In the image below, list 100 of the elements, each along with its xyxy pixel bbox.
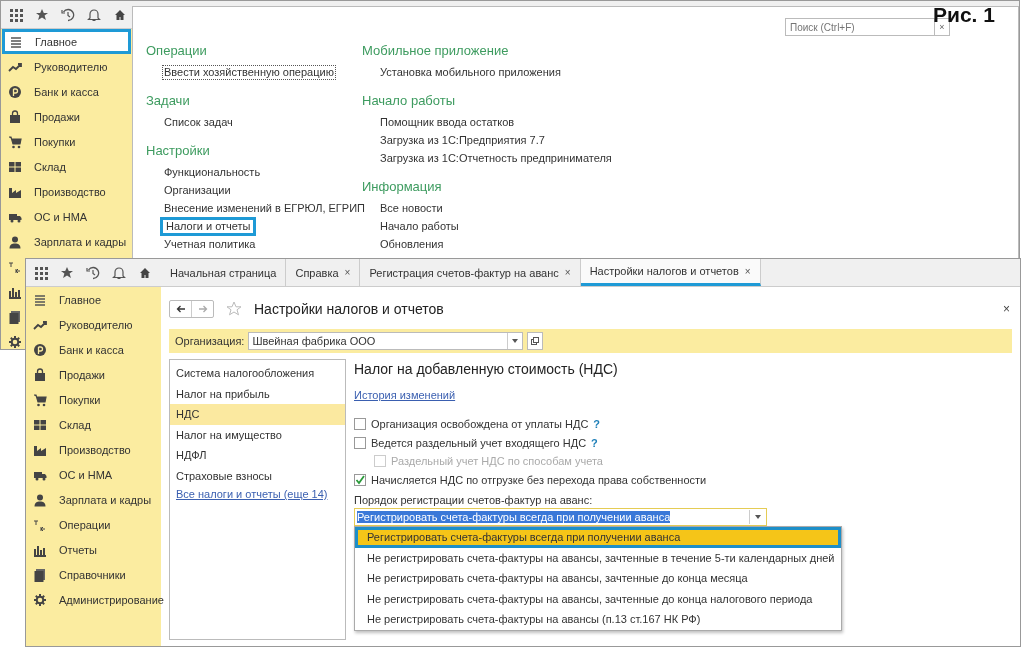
arrow-icon xyxy=(197,305,208,313)
close-icon[interactable]: × xyxy=(564,267,571,278)
grid-icon xyxy=(8,159,22,174)
sidebar-item[interactable]: Главное xyxy=(35,35,78,48)
sidebar-item[interactable]: Склад xyxy=(59,418,91,431)
history-icon[interactable] xyxy=(61,7,75,22)
menu-link[interactable]: Налоги и отчеты xyxy=(160,217,257,236)
section-heading: Операции xyxy=(146,43,208,58)
sidebar-item[interactable]: Продажи xyxy=(34,110,80,123)
sidebar-item[interactable]: Главное xyxy=(59,293,102,306)
sidebar-item[interactable]: Продажи xyxy=(59,368,105,381)
arrow-icon xyxy=(175,305,186,313)
star-icon[interactable] xyxy=(226,301,242,317)
sidebar-item[interactable]: Администрирование xyxy=(59,593,164,606)
tab[interactable]: Справка × xyxy=(286,259,361,286)
bell-icon[interactable] xyxy=(87,7,101,22)
checkbox[interactable] xyxy=(354,436,366,449)
history-icon[interactable] xyxy=(86,265,100,280)
all-taxes-link[interactable]: Все налоги и отчеты (еще 14) xyxy=(170,486,334,502)
list-item[interactable]: Страховые взносы xyxy=(170,465,345,486)
checkbox-label: Организация освобождена от уплаты НДС xyxy=(371,418,589,431)
sidebar-item[interactable]: Покупки xyxy=(59,393,101,406)
tab[interactable]: Регистрация счетов-фактур на аванс × xyxy=(360,259,581,286)
home-icon[interactable] xyxy=(114,9,126,21)
menu-link[interactable]: Ввести хозяйственную операцию xyxy=(162,65,336,80)
list-item[interactable]: Система налогообложения xyxy=(170,363,345,384)
checkbox-label: Раздельный учет НДС по способам учета xyxy=(391,455,603,468)
menu-link[interactable]: Помощник ввода остатков xyxy=(378,115,517,130)
gear-icon xyxy=(33,592,47,607)
coin-icon xyxy=(8,84,22,99)
menu-link[interactable]: Загрузка из 1С:Отчетность предпринимателя xyxy=(378,151,614,166)
dropdown-option[interactable]: Не регистрировать счета-фактуры на авансы, зачтенные до конца месяца xyxy=(355,568,841,589)
sidebar-item[interactable]: ОС и НМА xyxy=(34,210,88,223)
ledger-icon xyxy=(8,259,22,274)
history-link[interactable]: История изменений xyxy=(354,389,456,401)
close-icon[interactable]: × xyxy=(744,265,751,277)
sidebar-item[interactable]: Производство xyxy=(59,443,131,456)
checkbox[interactable] xyxy=(354,418,366,431)
menu-link[interactable]: Обновления xyxy=(378,237,446,252)
close-icon[interactable]: × xyxy=(344,267,351,278)
menu-link[interactable]: Внесение изменений в ЕГРЮЛ, ЕГРИП xyxy=(162,201,367,216)
menu-link[interactable]: Учетная политика xyxy=(162,237,258,252)
dropdown-option[interactable]: Регистрировать счета-фактуры всегда при получении аванса xyxy=(355,527,841,548)
sidebar-item[interactable]: Справочники xyxy=(59,568,126,581)
menu-link[interactable]: Установка мобильного приложения xyxy=(378,65,563,80)
dropdown-option[interactable]: Не регистрировать счета-фактуры на авансы, зачтенные до конца налогового периода xyxy=(355,588,841,609)
bell-icon[interactable] xyxy=(112,265,126,280)
window-title: Настройки налогов и отчетов xyxy=(254,301,445,317)
section-heading: Начало работы xyxy=(362,93,457,108)
bag-icon xyxy=(8,109,22,124)
ledger-icon xyxy=(33,517,47,532)
section-heading: Информация xyxy=(362,179,443,194)
list-item[interactable]: НДС xyxy=(170,404,345,425)
apps-icon[interactable] xyxy=(34,265,48,280)
dropdown-option[interactable]: Не регистрировать счета-фактуры на авансы, зачтенные в течение 5-ти календарных дней xyxy=(355,547,841,568)
sidebar-item[interactable]: Банк и касса xyxy=(34,85,99,98)
menu-link[interactable]: Загрузка из 1С:Предприятия 7.7 xyxy=(378,133,547,148)
tab[interactable]: Начальная страница xyxy=(161,259,287,286)
list-item[interactable]: Налог на прибыль xyxy=(170,383,345,404)
sidebar-item[interactable]: Отчеты xyxy=(59,543,98,556)
menu-link[interactable]: Функциональность xyxy=(162,165,263,180)
dropdown-option[interactable]: Не регистрировать счета-фактуры на авансы (п.13 ст.167 НК РФ) xyxy=(355,609,841,630)
close-icon[interactable]: × xyxy=(1003,302,1012,316)
sidebar-item[interactable]: ОС и НМА xyxy=(59,468,113,481)
star-icon[interactable] xyxy=(60,265,74,280)
help-icon[interactable]: ? xyxy=(593,418,601,431)
checkbox-label: Ведется раздельный учет входящего НДС xyxy=(371,436,587,449)
apps-icon[interactable] xyxy=(9,7,23,22)
menu-link[interactable]: Организации xyxy=(162,183,233,198)
help-icon[interactable]: ? xyxy=(591,436,598,449)
list-item[interactable]: Налог на имущество xyxy=(170,424,345,445)
star-icon[interactable] xyxy=(35,7,49,22)
menu-link[interactable]: Все новости xyxy=(378,201,445,216)
sidebar-item[interactable]: Склад xyxy=(34,160,66,173)
books-icon xyxy=(8,309,22,324)
tab[interactable]: Настройки налогов и отчетов × xyxy=(580,259,761,286)
checkbox[interactable] xyxy=(354,473,366,486)
open-button[interactable] xyxy=(527,332,544,350)
organization-field[interactable]: Швейная фабрика ООО xyxy=(248,332,524,350)
sidebar-item[interactable]: Руководителю xyxy=(34,60,108,73)
sidebar-item[interactable]: Покупки xyxy=(34,135,76,148)
menu-icon xyxy=(9,34,23,49)
menu-link[interactable]: Список задач xyxy=(162,115,235,130)
list-item[interactable]: НДФЛ xyxy=(170,445,345,466)
sidebar-item[interactable]: Производство xyxy=(34,185,106,198)
section-heading: Налог на добавленную стоимость (НДС) xyxy=(354,361,619,377)
sidebar-item[interactable]: Зарплата и кадры xyxy=(34,235,127,248)
menu-link[interactable]: Начало работы xyxy=(378,219,461,234)
cart-icon xyxy=(8,134,22,149)
home-icon[interactable] xyxy=(139,267,151,279)
caret-icon[interactable] xyxy=(512,339,519,343)
sidebar-item[interactable]: Банк и касса xyxy=(59,343,124,356)
checkbox-label: Начисляется НДС по отгрузке без перехода права собственности xyxy=(371,473,707,486)
windows-icon xyxy=(531,337,540,345)
sidebar-item[interactable]: Зарплата и кадры xyxy=(59,493,152,506)
sidebar-item[interactable]: Руководителю xyxy=(59,318,133,331)
person-icon xyxy=(33,492,47,507)
search-field[interactable]: Поиск (Ctrl+F) xyxy=(785,18,935,36)
caret-icon[interactable] xyxy=(755,515,761,519)
sidebar-item[interactable]: Операции xyxy=(59,518,111,531)
